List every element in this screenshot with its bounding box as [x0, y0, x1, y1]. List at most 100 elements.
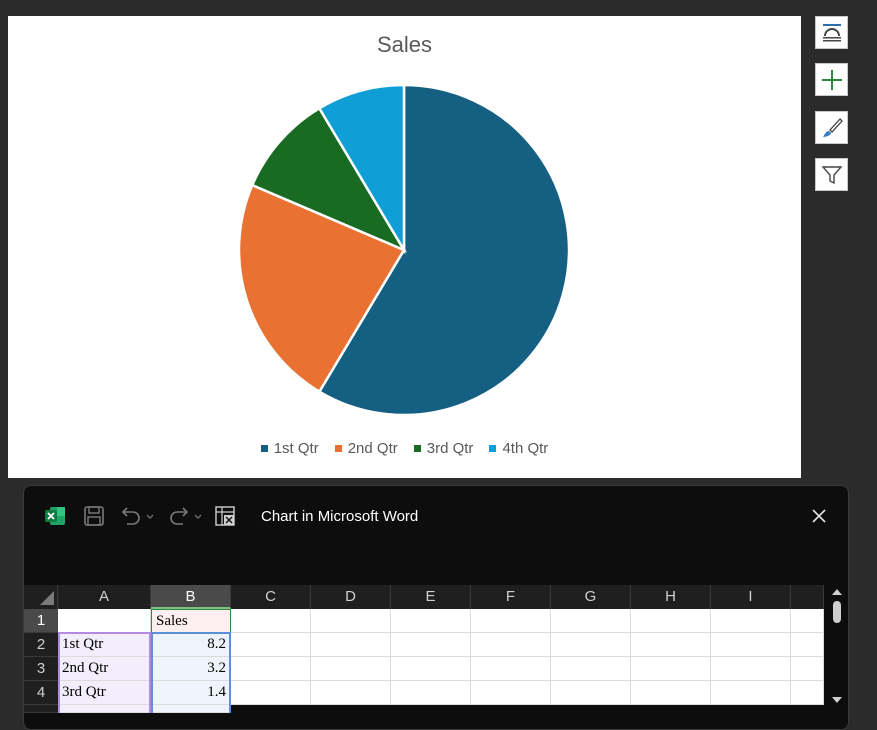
chart-filters-funnel-icon [820, 165, 843, 184]
cell-h2[interactable] [631, 633, 711, 657]
row-header-5[interactable] [24, 705, 58, 713]
cell-h3[interactable] [631, 657, 711, 681]
cell-b2[interactable]: 8.2 [151, 633, 231, 657]
cell-a1[interactable] [58, 609, 151, 633]
cell-e2[interactable] [391, 633, 471, 657]
cell-a4[interactable]: 3rd Qtr [58, 681, 151, 705]
cell-i4[interactable] [711, 681, 791, 705]
column-header-a[interactable]: A [58, 585, 151, 609]
legend-swatch [260, 445, 268, 452]
legend-swatch [334, 445, 342, 452]
column-header-i[interactable]: I [711, 585, 791, 609]
column-header-f[interactable]: F [471, 585, 551, 609]
redo-icon [170, 507, 202, 525]
cell-b3[interactable]: 3.2 [151, 657, 231, 681]
legend-swatch [413, 445, 421, 452]
chart-elements-button[interactable] [815, 63, 848, 96]
row-header-3[interactable]: 3 [24, 657, 58, 681]
cell-d2[interactable] [311, 633, 391, 657]
legend-label: 1st Qtr [273, 440, 319, 457]
cell-a3[interactable]: 2nd Qtr [58, 657, 151, 681]
cell-c1[interactable] [231, 609, 311, 633]
column-header-c[interactable]: C [231, 585, 311, 609]
chart-filters-button[interactable] [815, 158, 848, 191]
scroll-thumb [833, 601, 841, 623]
cell-g3[interactable] [551, 657, 631, 681]
legend-item[interactable]: 4th Qtr [489, 440, 548, 457]
chart-legend[interactable]: 1st Qtr 2nd Qtr 3rd Qtr 4th Qtr [8, 440, 801, 457]
cell-c2[interactable] [231, 633, 311, 657]
cell-b1[interactable]: Sales [151, 609, 231, 633]
column-header-g[interactable]: G [551, 585, 631, 609]
cell-h4[interactable] [631, 681, 711, 705]
column-header-j[interactable] [791, 585, 824, 609]
column-headers: A B C D E F G H I [24, 585, 824, 609]
cell-d1[interactable] [311, 609, 391, 633]
cell-f4[interactable] [471, 681, 551, 705]
legend-item[interactable]: 2nd Qtr [334, 440, 398, 457]
cell-c4[interactable] [231, 681, 311, 705]
layout-options-button[interactable] [815, 16, 848, 49]
cell-i2[interactable] [711, 633, 791, 657]
vertical-scrollbar[interactable] [824, 585, 848, 729]
legend-item[interactable]: 1st Qtr [260, 440, 319, 457]
cell-a2[interactable]: 1st Qtr [58, 633, 151, 657]
excel-app-icon [44, 504, 66, 528]
cell-b4[interactable]: 1.4 [151, 681, 231, 705]
scrollbar-graphic [832, 589, 842, 703]
close-button[interactable] [807, 504, 831, 528]
cell-e3[interactable] [391, 657, 471, 681]
edit-data-in-excel-button[interactable] [214, 504, 236, 528]
cell-e1[interactable] [391, 609, 471, 633]
cell-i3[interactable] [711, 657, 791, 681]
cell-i1[interactable] [711, 609, 791, 633]
excel-icon [45, 507, 65, 525]
legend-label: 4th Qtr [502, 440, 549, 457]
edit-data-icon [215, 506, 235, 526]
scroll-down-arrow-icon [832, 697, 842, 703]
column-header-h[interactable]: H [631, 585, 711, 609]
window-titlebar[interactable]: Chart in Microsoft Word [24, 486, 848, 546]
cell-f1[interactable] [471, 609, 551, 633]
cell-g4[interactable] [551, 681, 631, 705]
save-icon [84, 506, 104, 526]
legend-label: 3rd Qtr [426, 440, 474, 457]
undo-icon [121, 507, 154, 525]
chart-styles-button[interactable] [815, 111, 848, 144]
select-all-corner[interactable] [24, 585, 58, 609]
cell-a5[interactable] [58, 705, 151, 713]
save-button[interactable] [83, 504, 105, 528]
cell-c3[interactable] [231, 657, 311, 681]
scroll-up-arrow-icon [832, 589, 842, 595]
row-header-1[interactable]: 1 [24, 609, 58, 633]
chart-area[interactable]: Sales 1st Qtr 2nd Qtr 3rd Qtr 4th Qtr [8, 16, 801, 478]
select-all-triangle-icon [40, 591, 54, 605]
cell-j2[interactable] [791, 633, 824, 657]
column-header-d[interactable]: D [311, 585, 391, 609]
undo-button[interactable] [119, 504, 155, 528]
layout-options-icon [822, 23, 841, 41]
column-header-e[interactable]: E [391, 585, 471, 609]
legend-swatch [489, 445, 497, 452]
cell-d4[interactable] [311, 681, 391, 705]
cell-j1[interactable] [791, 609, 824, 633]
cell-f3[interactable] [471, 657, 551, 681]
pie-chart[interactable] [8, 16, 801, 478]
cell-j4[interactable] [791, 681, 824, 705]
row-header-2[interactable]: 2 [24, 633, 58, 657]
row-header-4[interactable]: 4 [24, 681, 58, 705]
column-header-b[interactable]: B [151, 585, 231, 609]
cell-d3[interactable] [311, 657, 391, 681]
cell-e4[interactable] [391, 681, 471, 705]
cell-g2[interactable] [551, 633, 631, 657]
cell-j3[interactable] [791, 657, 824, 681]
redo-button[interactable] [167, 504, 203, 528]
chart-data-window[interactable]: Chart in Microsoft Word A B C D E F G H … [23, 485, 849, 730]
cell-g1[interactable] [551, 609, 631, 633]
cell-b5[interactable] [151, 705, 231, 713]
cell-h1[interactable] [631, 609, 711, 633]
cell-f2[interactable] [471, 633, 551, 657]
close-icon [812, 509, 826, 523]
legend-item[interactable]: 3rd Qtr [413, 440, 474, 457]
window-title: Chart in Microsoft Word [261, 508, 419, 525]
